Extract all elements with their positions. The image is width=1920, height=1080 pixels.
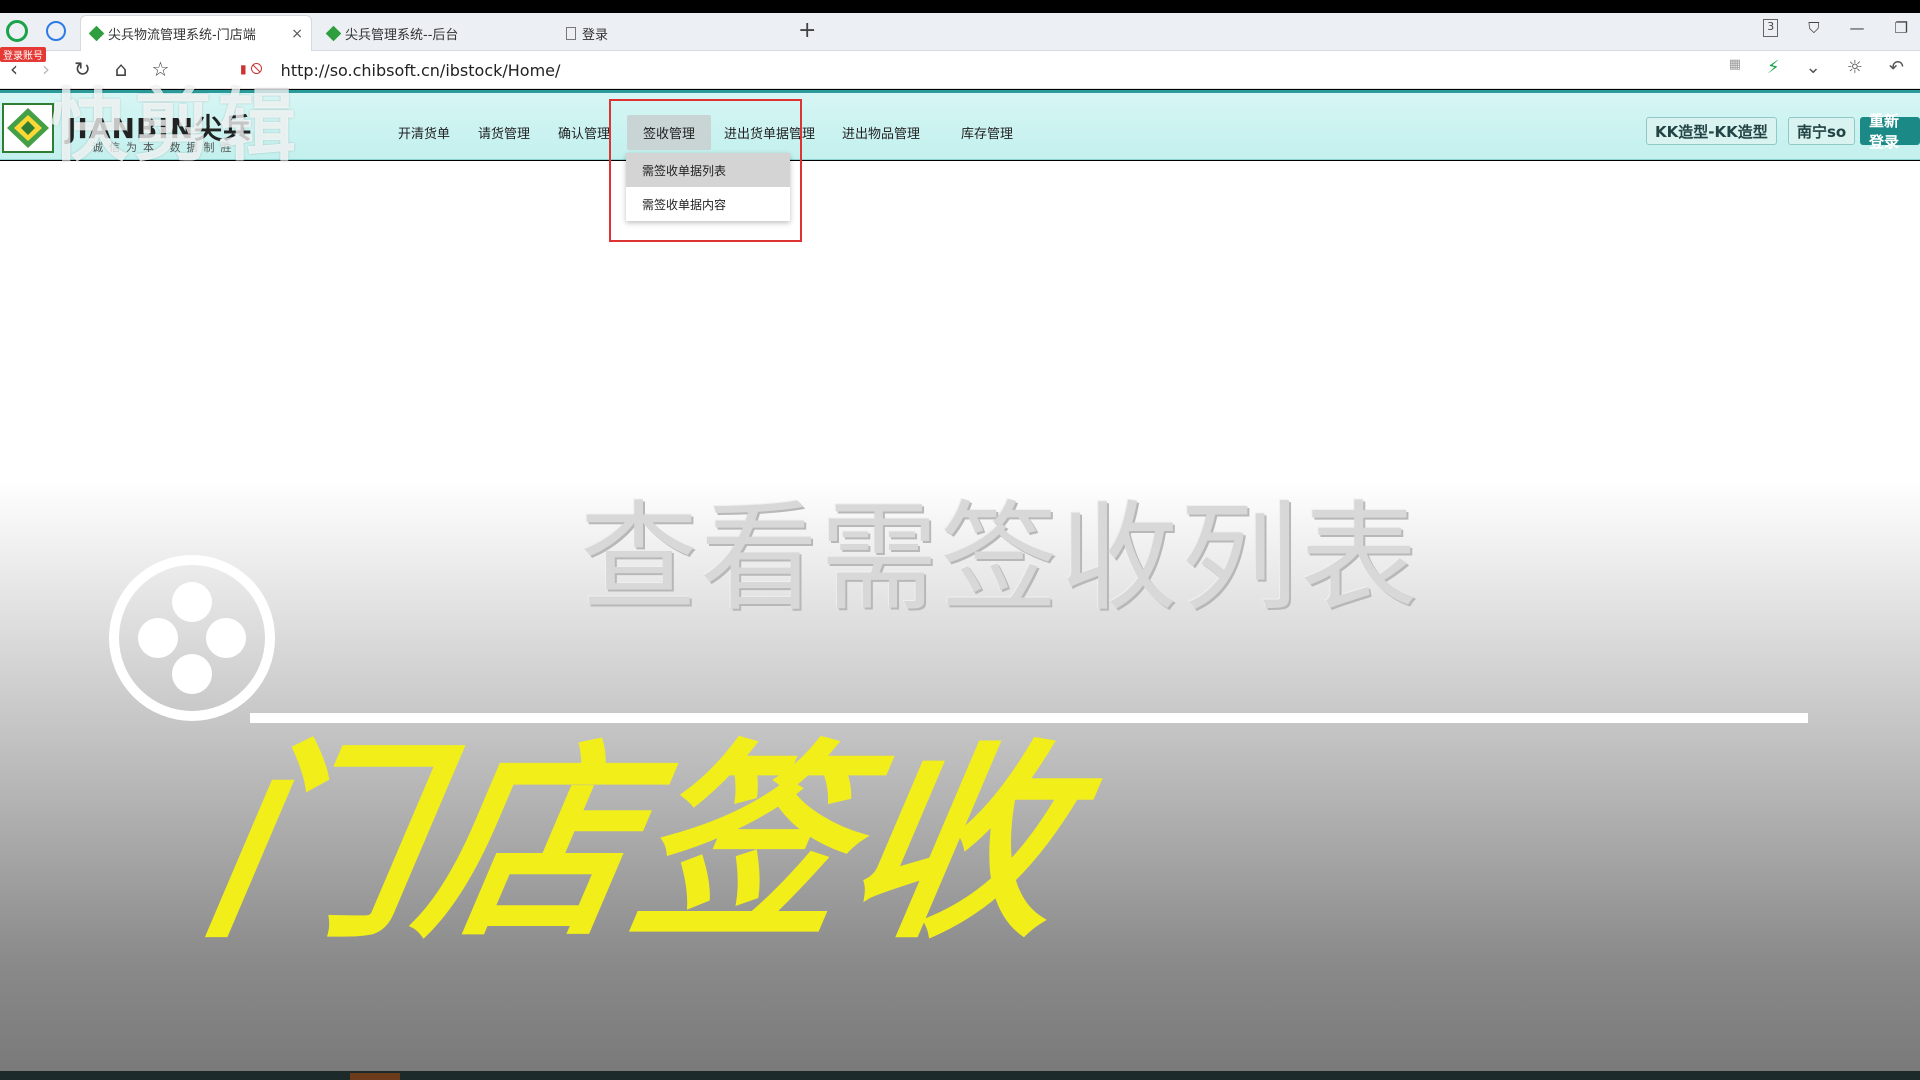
tab-label: 尖兵管理系统--后台	[345, 27, 459, 43]
settings-icon[interactable]: ☼	[1847, 57, 1863, 78]
menu-item-wupin[interactable]: 进出物品管理	[842, 123, 920, 142]
undo-icon[interactable]: ↶	[1889, 57, 1904, 78]
film-reel-icon	[109, 555, 275, 721]
menu-item-qinghuo[interactable]: 请货管理	[478, 123, 530, 142]
qr-icon[interactable]: ▦	[1729, 57, 1741, 78]
tab-label: 登录	[582, 27, 609, 43]
url-field[interactable]: ▮ 🛇 http://so.chibsoft.cn/ibstock/Home/	[240, 58, 1740, 82]
tab-store[interactable]: 尖兵物流管理系统-门店端 ×	[80, 15, 312, 51]
browser-logo-icon[interactable]	[6, 20, 28, 42]
address-right-tools: ▦ ⚡ ⌄ ☼ ↶	[1729, 57, 1904, 78]
tab-favicon-icon	[325, 25, 342, 41]
tab-login[interactable]: 登录	[556, 15, 786, 51]
lightning-icon[interactable]: ⚡	[1767, 57, 1780, 78]
menu-item-kaiqing[interactable]: 开清货单	[398, 123, 450, 142]
bottom-bar	[0, 1071, 1920, 1080]
highlight-box	[609, 99, 802, 242]
relogin-button[interactable]: 重新登录	[1860, 112, 1920, 151]
bottom-indicator	[350, 1073, 400, 1080]
tab-admin[interactable]: 尖兵管理系统--后台	[318, 15, 548, 51]
window-controls: 3 ⛉ — ❐	[1763, 19, 1908, 37]
tab-count-icon[interactable]: 3	[1763, 19, 1779, 37]
menu-item-kucun[interactable]: 库存管理	[961, 123, 1013, 142]
user-button[interactable]: 南宁so	[1788, 117, 1856, 145]
menu-item-queren[interactable]: 确认管理	[558, 123, 610, 142]
shirt-icon[interactable]: ⛉	[1808, 19, 1819, 37]
tab-label: 尖兵物流管理系统-门店端	[108, 28, 256, 43]
main-title: 门店签收	[188, 722, 1088, 967]
jianbin-logo-icon	[2, 103, 54, 153]
account-badge: 登录账号	[0, 47, 46, 62]
new-tab-button[interactable]: +	[798, 18, 816, 43]
store-type-button[interactable]: KK造型-KK造型	[1646, 117, 1777, 145]
page-icon	[566, 26, 576, 40]
minimize-icon[interactable]: —	[1850, 19, 1865, 37]
restore-icon[interactable]: ❐	[1895, 19, 1908, 37]
tab-close-icon[interactable]: ×	[291, 26, 303, 42]
watermark: 快剪辑	[50, 82, 303, 172]
navigate-icon[interactable]	[46, 21, 66, 41]
screen: 尖兵物流管理系统-门店端 × 尖兵管理系统--后台 登录 + 3 ⛉ — ❐ ‹…	[0, 0, 1920, 1080]
subtitle-caption: 查看需签收列表	[580, 489, 1421, 627]
chevron-down-icon[interactable]: ⌄	[1806, 57, 1821, 78]
tab-favicon-icon	[88, 25, 105, 42]
browser-tab-bar: 尖兵物流管理系统-门店端 × 尖兵管理系统--后台 登录 + 3 ⛉ — ❐	[0, 13, 1920, 51]
url-text: http://so.chibsoft.cn/ibstock/Home/	[280, 60, 561, 80]
